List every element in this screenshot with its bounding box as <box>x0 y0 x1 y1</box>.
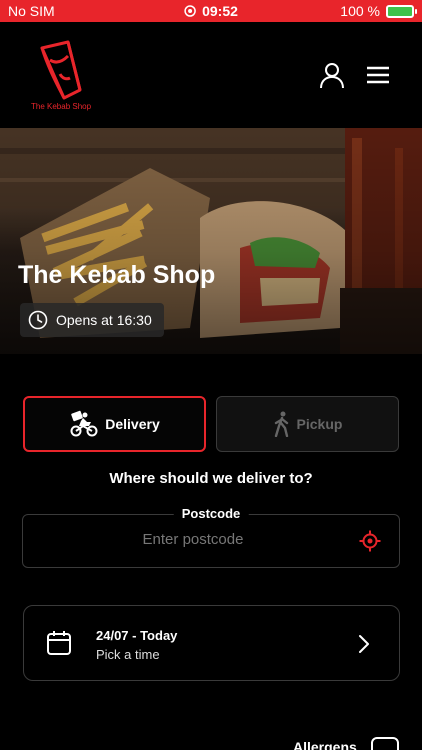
menu-icon[interactable] <box>365 62 391 88</box>
time-slot-picker[interactable]: 24/07 - Today Pick a time <box>23 605 400 681</box>
selected-date: 24/07 - Today <box>96 628 178 643</box>
clock-icon <box>28 310 48 330</box>
opening-hours-badge: Opens at 16:30 <box>20 303 164 337</box>
status-center: 09:52 <box>184 3 238 19</box>
location-dot-icon <box>184 5 196 17</box>
hero-banner: The Kebab Shop Opens at 16:30 <box>0 128 422 354</box>
calendar-icon <box>47 631 71 655</box>
carrier-label: No SIM <box>8 3 55 19</box>
status-right: 100 % <box>340 3 417 19</box>
walking-person-icon <box>274 411 288 437</box>
pickup-button[interactable]: Pickup <box>216 396 399 452</box>
postcode-input[interactable] <box>43 531 343 548</box>
allergens-link[interactable]: Allergens <box>293 739 357 750</box>
postcode-label: Postcode <box>173 506 249 521</box>
delivery-question: Where should we deliver to? <box>109 470 313 487</box>
pick-time-label: Pick a time <box>96 647 160 662</box>
app-header: The Kebab Shop <box>0 22 422 128</box>
clock-time: 09:52 <box>202 3 238 19</box>
locate-me-icon[interactable] <box>359 530 381 552</box>
user-icon[interactable] <box>319 62 345 88</box>
logo-text: The Kebab Shop <box>31 102 92 111</box>
opening-hours-text: Opens at 16:30 <box>56 312 152 328</box>
allergen-icon[interactable] <box>371 737 399 750</box>
shop-title: The Kebab Shop <box>18 261 216 289</box>
chevron-right-icon <box>359 635 369 653</box>
delivery-scooter-icon <box>70 410 98 437</box>
pickup-label: Pickup <box>296 416 343 432</box>
battery-percent: 100 % <box>340 3 380 19</box>
delivery-label: Delivery <box>105 416 160 432</box>
status-bar: No SIM 09:52 100 % <box>0 0 422 22</box>
delivery-button[interactable]: Delivery <box>23 396 206 452</box>
postcode-field[interactable]: Postcode <box>22 506 400 568</box>
battery-icon <box>386 4 417 18</box>
